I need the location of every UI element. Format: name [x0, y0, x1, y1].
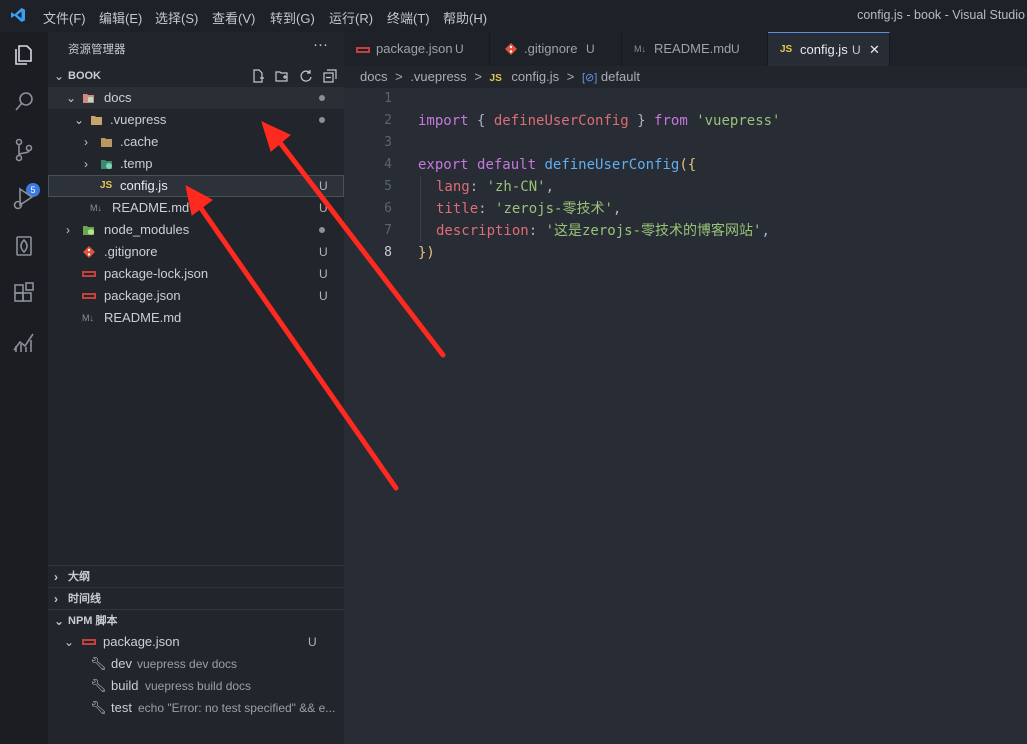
red-arrow-to-vuepress: [261, 121, 446, 358]
red-arrow-to-config-js: [185, 185, 399, 491]
annotation-arrows: [185, 121, 446, 491]
